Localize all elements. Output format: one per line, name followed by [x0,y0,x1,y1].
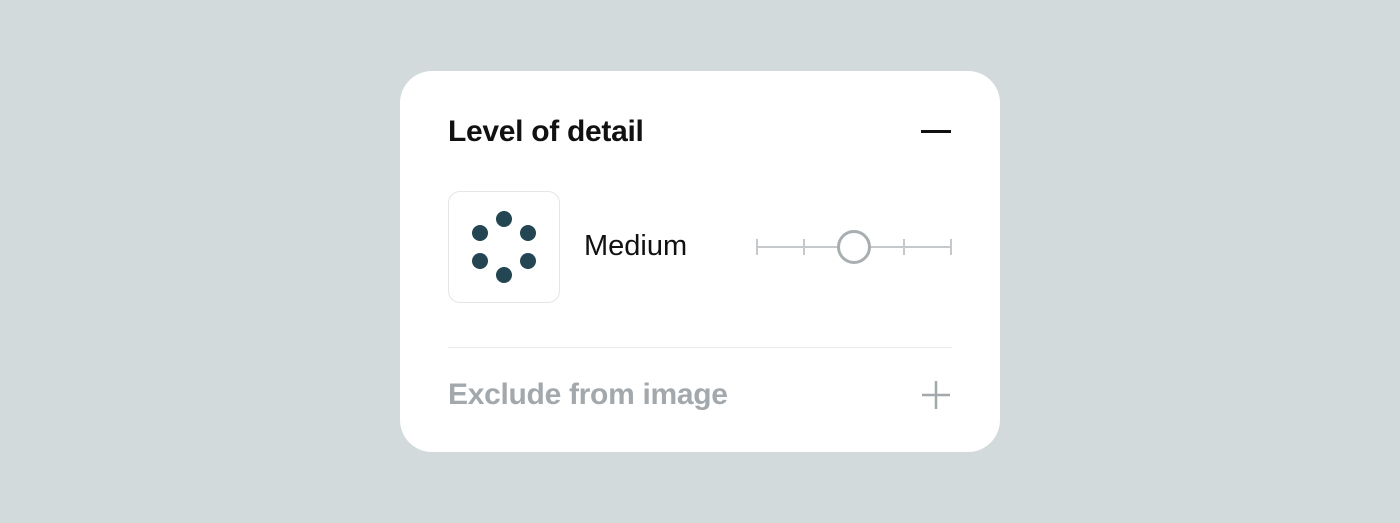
slider-tick [803,239,805,255]
dots-icon [463,206,545,288]
collapse-button[interactable] [920,116,952,148]
exclude-section-header: Exclude from image [448,378,952,412]
slider-tick [950,239,952,255]
slider-tick [756,239,758,255]
detail-section-title: Level of detail [448,115,644,149]
detail-section-header: Level of detail [448,115,952,149]
detail-value-label: Medium [584,230,687,263]
plus-icon [921,380,951,410]
exclude-section-title: Exclude from image [448,378,728,412]
expand-button[interactable] [920,379,952,411]
detail-preview-box[interactable] [448,191,560,303]
divider [448,347,952,349]
detail-slider[interactable] [756,229,952,265]
minus-icon [921,130,951,133]
slider-container [711,229,952,265]
detail-row: Medium [448,191,952,303]
slider-tick [903,239,905,255]
slider-thumb[interactable] [837,230,871,264]
settings-card: Level of detail Medium [400,71,1000,453]
